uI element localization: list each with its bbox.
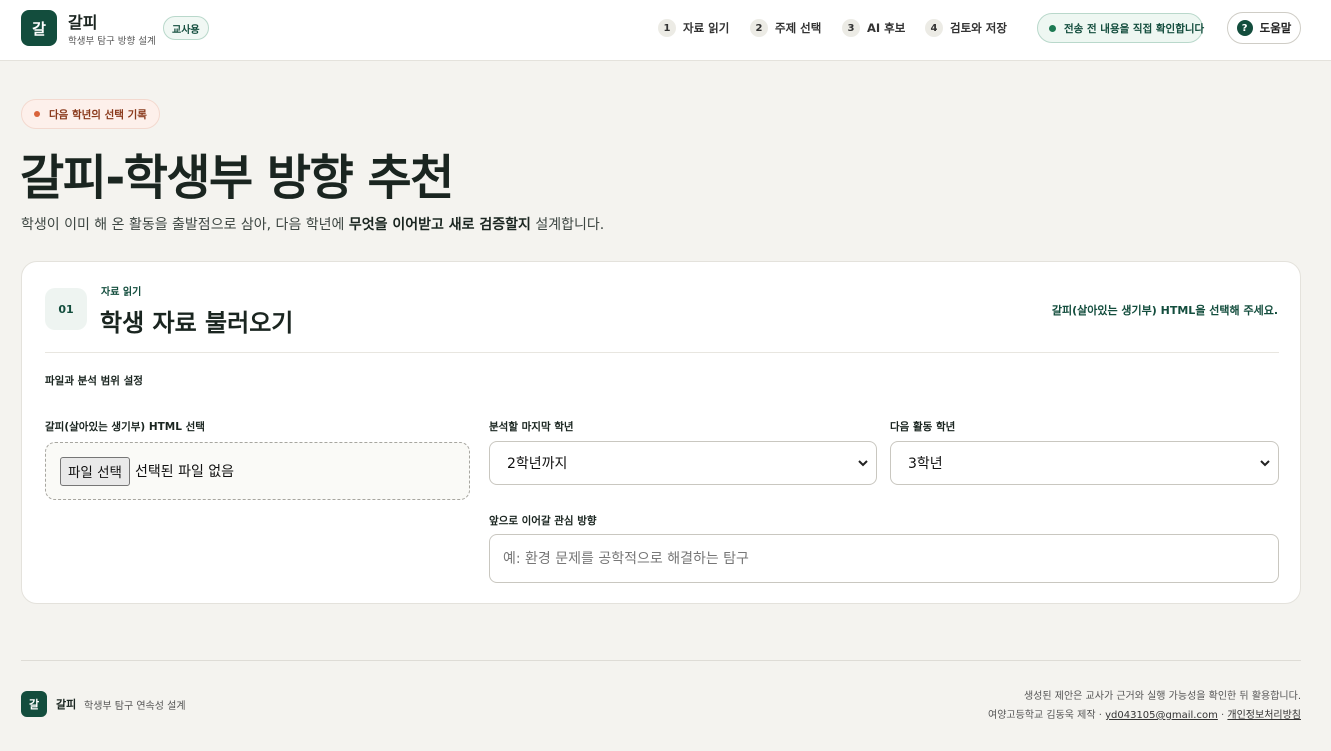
- chevron-down-icon: [858, 460, 868, 467]
- footer-divider: [21, 660, 1301, 661]
- brand-subtitle: 학생부 탐구 방향 설계: [68, 36, 156, 47]
- step-nav-4[interactable]: 4 검토와 저장: [925, 18, 1007, 38]
- next-grade-label: 다음 활동 학년: [890, 421, 956, 433]
- footer-note: 생성된 제안은 교사가 근거와 실행 가능성을 확인한 뒤 활용합니다.: [1023, 691, 1301, 702]
- footer-maker: 여양고등학교 김동욱 제작 ·: [988, 710, 1106, 721]
- divider: [45, 352, 1279, 353]
- footer-brand-name: 갈피: [56, 698, 77, 711]
- step-number: 2: [750, 19, 768, 37]
- page-description: 학생이 이미 해 온 활동을 출발점으로 삼아, 다음 학년에 무엇을 이어받고…: [21, 214, 604, 234]
- top-bar: 갈 갈피 학생부 탐구 방향 설계 교사용 1 자료 읽기 2 주제 선택 3 …: [0, 0, 1331, 61]
- eyebrow-text: 다음 학년의 선택 기록: [49, 108, 147, 121]
- load-data-card: 01 자료 읽기 학생 자료 불러오기 갈피(살아있는 생기부) HTML을 선…: [21, 261, 1301, 604]
- description-suffix: 설계합니다.: [530, 217, 605, 233]
- step-label: 자료 읽기: [683, 21, 730, 35]
- description-prefix: 학생이 이미 해 온 활동을 출발점으로 삼아, 다음 학년에: [21, 217, 349, 233]
- eyebrow-badge: 다음 학년의 선택 기록: [21, 99, 160, 129]
- step-label: AI 후보: [867, 21, 906, 35]
- step-nav-3[interactable]: 3 AI 후보: [842, 18, 905, 38]
- step-badge: 01: [45, 288, 87, 330]
- footer-subtitle: 학생부 탐구 연속성 설계: [84, 701, 186, 712]
- page-title: 갈피-학생부 방향 추천: [20, 150, 454, 206]
- privacy-policy-link[interactable]: 개인정보처리방침: [1227, 710, 1301, 721]
- brand-name: 갈피: [68, 13, 98, 32]
- description-highlight: 무엇을 이어받고 새로 검증할지: [348, 217, 531, 233]
- interest-label: 앞으로 이어갈 관심 방향: [489, 515, 597, 527]
- step-label: 주제 선택: [775, 21, 822, 35]
- chevron-down-icon: [1260, 460, 1270, 467]
- file-select-button[interactable]: 파일 선택: [60, 456, 130, 486]
- last-grade-label: 분석할 마지막 학년: [489, 421, 574, 433]
- file-field-label: 갈피(살아있는 생기부) HTML 선택: [45, 421, 205, 433]
- next-grade-value: 3학년: [908, 456, 943, 472]
- confirm-notice: 전송 전 내용을 직접 확인합니다: [1037, 13, 1205, 43]
- step-nav-1[interactable]: 1 자료 읽기: [658, 18, 729, 38]
- step-number: 1: [658, 19, 676, 37]
- confirm-notice-text: 전송 전 내용을 직접 확인합니다: [1064, 22, 1205, 35]
- step-number: 4: [925, 19, 943, 37]
- card-title: 학생 자료 불러오기: [100, 309, 294, 337]
- section-label: 파일과 분석 범위 설정: [45, 375, 143, 387]
- app-logo[interactable]: 갈: [21, 10, 57, 46]
- step-nav-2[interactable]: 2 주제 선택: [750, 18, 821, 38]
- footer-separator: ·: [1217, 710, 1228, 721]
- file-status-text: 선택된 파일 없음: [134, 464, 235, 480]
- help-icon: ?: [1236, 20, 1253, 36]
- file-drop-zone[interactable]: 파일 선택 선택된 파일 없음: [45, 442, 470, 500]
- footer-logo: 갈: [21, 691, 47, 717]
- role-badge: 교사용: [163, 16, 209, 40]
- last-grade-value: 2학년까지: [507, 456, 568, 472]
- dot-icon: [34, 111, 40, 117]
- interest-input[interactable]: [489, 534, 1279, 583]
- card-hint: 갈피(살아있는 생기부) HTML을 선택해 주세요.: [1051, 304, 1278, 317]
- status-dot-icon: [1049, 24, 1056, 32]
- card-kicker: 자료 읽기: [101, 287, 142, 298]
- footer-meta: 여양고등학교 김동욱 제작 · yd043105@gmail.com · 개인정…: [988, 706, 1301, 721]
- last-grade-select[interactable]: 2학년까지: [489, 441, 877, 485]
- help-button-label: 도움말: [1259, 21, 1292, 35]
- step-number: 3: [842, 19, 860, 37]
- next-grade-select[interactable]: 3학년: [890, 441, 1279, 485]
- step-label: 검토와 저장: [950, 21, 1007, 35]
- email-link[interactable]: yd043105@gmail.com: [1105, 710, 1218, 721]
- help-button[interactable]: ? 도움말: [1227, 12, 1301, 44]
